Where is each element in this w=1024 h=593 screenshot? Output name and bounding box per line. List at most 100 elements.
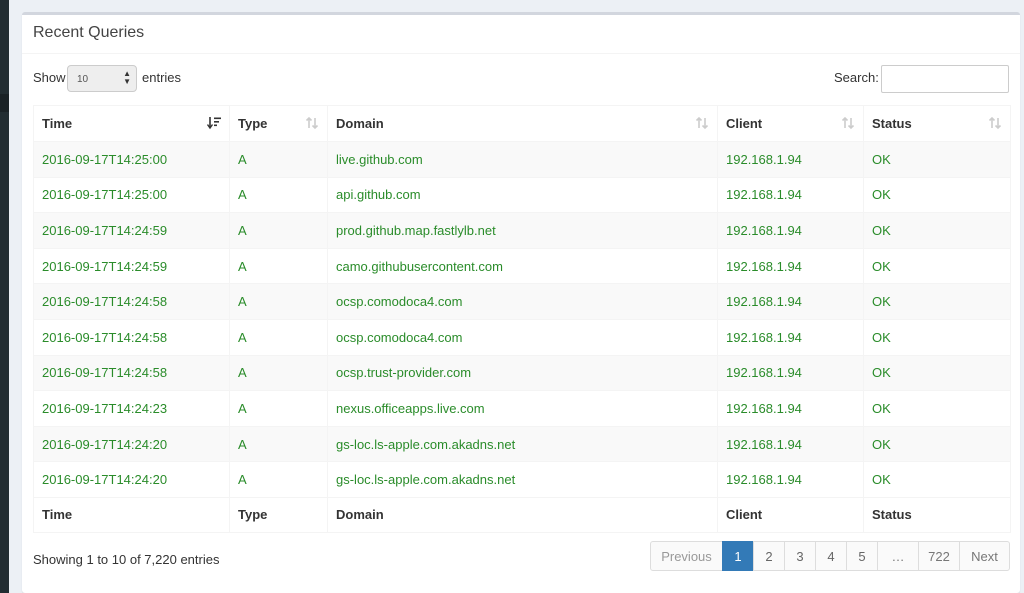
cell-time: 2016-09-17T14:24:20 — [33, 425, 230, 463]
cell-time: 2016-09-17T14:24:58 — [33, 318, 230, 356]
cell-domain: nexus.officeapps.live.com — [327, 390, 718, 427]
cell-client: 192.168.1.94 — [717, 461, 864, 498]
search-input[interactable] — [881, 65, 1009, 93]
column-header-label: Status — [872, 116, 912, 131]
page-5-button[interactable]: 5 — [846, 541, 878, 571]
cell-domain: prod.github.map.fastlylb.net — [327, 212, 718, 249]
table-footer-row: Time Type Domain Client Status — [33, 496, 1011, 533]
cell-type: A — [229, 425, 328, 463]
page-last-button[interactable]: 722 — [918, 541, 960, 571]
column-header-label: Client — [726, 116, 763, 131]
cell-time: 2016-09-17T14:25:00 — [33, 141, 230, 178]
table-row: 2016-09-17T14:24:23 Anexus.officeapps.liv… — [33, 390, 1011, 427]
column-header-client[interactable]: Client — [717, 105, 864, 142]
cell-domain: ocsp.comodoca4.com — [327, 283, 718, 320]
column-header-label: Domain — [336, 116, 384, 131]
table-header-row: Time Type Domain Client Status — [33, 105, 1011, 142]
cell-client: 192.168.1.94 — [717, 247, 864, 285]
cell-time: 2016-09-17T14:24:23 — [33, 390, 230, 427]
cell-client: 192.168.1.94 — [717, 354, 864, 392]
show-label: Show — [33, 70, 66, 85]
table-row: 2016-09-17T14:25:00 Alive.github.com 192.1… — [33, 141, 1011, 178]
column-header-type[interactable]: Type — [229, 105, 328, 142]
cell-client: 192.168.1.94 — [717, 212, 864, 249]
cell-domain: ocsp.comodoca4.com — [327, 318, 718, 356]
cell-status: OK — [863, 283, 1011, 320]
page-4-button[interactable]: 4 — [815, 541, 847, 571]
cell-type: A — [229, 390, 328, 427]
table-info: Showing 1 to 10 of 7,220 entries — [33, 552, 220, 567]
sort-both-icon — [988, 116, 1002, 130]
select-caret-icon: ▲ ▼ — [123, 69, 131, 86]
table-row: 2016-09-17T14:24:59 Acamo.githubuserconte… — [33, 247, 1011, 285]
footer-status: Status — [863, 496, 1011, 533]
cell-status: OK — [863, 318, 1011, 356]
panel-title: Recent Queries — [33, 24, 145, 41]
queries-table: Time Type Domain Client Status 2016-09-1… — [33, 105, 1011, 533]
recent-queries-panel: Recent Queries Show 10 ▲ ▼ entries Search… — [22, 12, 1020, 593]
cell-status: OK — [863, 247, 1011, 285]
cell-type: A — [229, 141, 328, 178]
cell-type: A — [229, 247, 328, 285]
table-row: 2016-09-17T14:24:20 Ags-loc.ls-apple.com.… — [33, 461, 1011, 498]
cell-time: 2016-09-17T14:24:58 — [33, 354, 230, 392]
table-row: 2016-09-17T14:24:58 Aocsp.comodoca4.com 19… — [33, 318, 1011, 356]
panel-header: Recent Queries — [22, 15, 1020, 54]
sort-amount-desc-icon — [207, 117, 221, 130]
cell-status: OK — [863, 176, 1011, 214]
cell-type: A — [229, 176, 328, 214]
table-row: 2016-09-17T14:24:59 Aprod.github.map.fast… — [33, 212, 1011, 249]
entries-label: entries — [142, 70, 182, 85]
page-2-button[interactable]: 2 — [753, 541, 785, 571]
table-row: 2016-09-17T14:24:20 Ags-loc.ls-apple.com.… — [33, 425, 1011, 463]
sidebar-strip — [0, 0, 9, 593]
cell-client: 192.168.1.94 — [717, 390, 864, 427]
entries-length-select[interactable]: 10 ▲ ▼ — [67, 65, 137, 92]
table-row: 2016-09-17T14:24:58 Aocsp.comodoca4.com 19… — [33, 283, 1011, 320]
search-label: Search: — [834, 70, 879, 85]
cell-time: 2016-09-17T14:25:00 — [33, 176, 230, 214]
cell-status: OK — [863, 390, 1011, 427]
table-row: 2016-09-17T14:24:58 Aocsp.trust-provider.… — [33, 354, 1011, 392]
cell-client: 192.168.1.94 — [717, 425, 864, 463]
footer-time: Time — [33, 496, 230, 533]
cell-status: OK — [863, 141, 1011, 178]
footer-domain: Domain — [327, 496, 718, 533]
cell-client: 192.168.1.94 — [717, 318, 864, 356]
cell-type: A — [229, 461, 328, 498]
cell-domain: gs-loc.ls-apple.com.akadns.net — [327, 461, 718, 498]
cell-time: 2016-09-17T14:24:58 — [33, 283, 230, 320]
cell-type: A — [229, 354, 328, 392]
footer-type: Type — [229, 496, 328, 533]
pagination: Previous 1 2 3 4 5 … 722 Next — [650, 541, 1010, 571]
previous-button[interactable]: Previous — [650, 541, 723, 571]
cell-type: A — [229, 212, 328, 249]
column-header-status[interactable]: Status — [863, 105, 1011, 142]
cell-domain: api.github.com — [327, 176, 718, 214]
pagination-ellipsis: … — [877, 541, 919, 571]
cell-domain: camo.githubusercontent.com — [327, 247, 718, 285]
column-header-domain[interactable]: Domain — [327, 105, 718, 142]
cell-status: OK — [863, 461, 1011, 498]
cell-status: OK — [863, 354, 1011, 392]
cell-client: 192.168.1.94 — [717, 141, 864, 178]
sort-both-icon — [841, 116, 855, 130]
page-1-button[interactable]: 1 — [722, 541, 754, 571]
page-3-button[interactable]: 3 — [784, 541, 816, 571]
column-header-label: Type — [238, 116, 268, 131]
column-header-time[interactable]: Time — [33, 105, 230, 142]
sort-both-icon — [695, 116, 709, 130]
cell-time: 2016-09-17T14:24:59 — [33, 247, 230, 285]
entries-length-value: 10 — [77, 74, 89, 85]
column-header-label: Time — [42, 116, 73, 131]
next-button[interactable]: Next — [959, 541, 1010, 571]
table-row: 2016-09-17T14:25:00 Aapi.github.com 192.16… — [33, 176, 1011, 214]
sidebar-marker — [0, 94, 9, 112]
cell-client: 192.168.1.94 — [717, 283, 864, 320]
footer-client: Client — [717, 496, 864, 533]
cell-time: 2016-09-17T14:24:59 — [33, 212, 230, 249]
cell-status: OK — [863, 425, 1011, 463]
cell-domain: gs-loc.ls-apple.com.akadns.net — [327, 425, 718, 463]
cell-domain: ocsp.trust-provider.com — [327, 354, 718, 392]
sort-both-icon — [305, 116, 319, 130]
